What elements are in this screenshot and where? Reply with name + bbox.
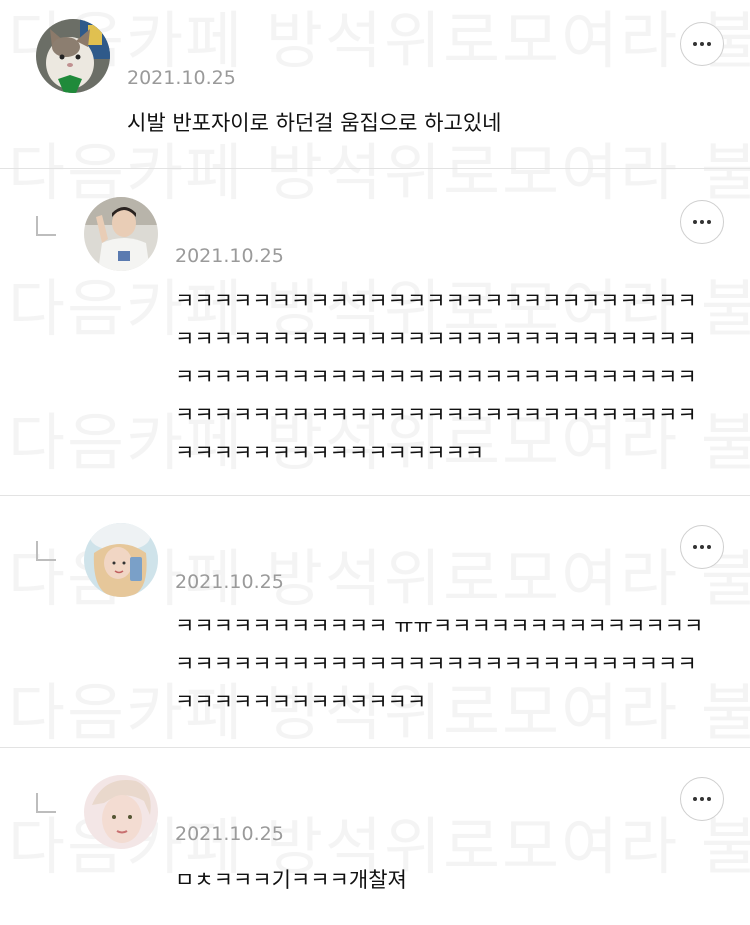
more-options-button[interactable] bbox=[680, 525, 724, 569]
more-dots-icon bbox=[700, 220, 704, 224]
comment-item-reply: 2021.10.25 ㅁㅊㅋㅋㅋ기ㅋㅋㅋ개찰져 bbox=[0, 747, 750, 925]
comment-item: 2021.10.25 시발 반포자이로 하던걸 움집으로 하고있네 bbox=[0, 0, 750, 169]
reply-arrow-icon bbox=[36, 216, 56, 236]
more-options-button[interactable] bbox=[680, 22, 724, 66]
comment-date: 2021.10.25 bbox=[175, 823, 284, 845]
more-dots-icon bbox=[707, 220, 711, 224]
reply-arrow-icon bbox=[36, 541, 56, 561]
avatar-person-3[interactable] bbox=[84, 775, 158, 849]
more-dots-icon bbox=[693, 220, 697, 224]
comment-item-reply: 2021.10.25 ㅋㅋㅋㅋㅋㅋㅋㅋㅋㅋㅋ ㅠㅠㅋㅋㅋㅋㅋㅋㅋㅋㅋㅋㅋㅋㅋㅋㅋ… bbox=[0, 495, 750, 748]
comment-text: ㅋㅋㅋㅋㅋㅋㅋㅋㅋㅋㅋ ㅠㅠㅋㅋㅋㅋㅋㅋㅋㅋㅋㅋㅋㅋㅋㅋㅋㅋㅋㅋㅋㅋㅋㅋㅋㅋㅋㅋ… bbox=[175, 614, 704, 714]
more-dots-icon bbox=[707, 42, 711, 46]
more-dots-icon bbox=[700, 42, 704, 46]
more-dots-icon bbox=[707, 797, 711, 801]
comment-date: 2021.10.25 bbox=[175, 571, 284, 593]
more-dots-icon bbox=[693, 42, 697, 46]
comment-date: 2021.10.25 bbox=[175, 245, 284, 267]
comment-text: 시발 반포자이로 하던걸 움집으로 하고있네 bbox=[127, 111, 502, 135]
more-dots-icon bbox=[700, 797, 704, 801]
avatar-person-1[interactable] bbox=[84, 197, 158, 271]
avatar-person-2[interactable] bbox=[84, 523, 158, 597]
more-dots-icon bbox=[707, 545, 711, 549]
more-dots-icon bbox=[693, 545, 697, 549]
avatar-cat[interactable] bbox=[36, 19, 110, 93]
comment-date: 2021.10.25 bbox=[127, 67, 236, 89]
reply-arrow-icon bbox=[36, 793, 56, 813]
more-dots-icon bbox=[693, 797, 697, 801]
more-options-button[interactable] bbox=[680, 777, 724, 821]
comment-text: ㅋㅋㅋㅋㅋㅋㅋㅋㅋㅋㅋㅋㅋㅋㅋㅋㅋㅋㅋㅋㅋㅋㅋㅋㅋㅋㅋㅋㅋㅋㅋㅋㅋㅋㅋㅋㅋㅋㅋㅋ… bbox=[175, 289, 697, 465]
comment-item-reply: 2021.10.25 ㅋㅋㅋㅋㅋㅋㅋㅋㅋㅋㅋㅋㅋㅋㅋㅋㅋㅋㅋㅋㅋㅋㅋㅋㅋㅋㅋㅋㅋ… bbox=[0, 168, 750, 496]
comment-text: ㅁㅊㅋㅋㅋ기ㅋㅋㅋ개찰져 bbox=[175, 868, 407, 892]
more-dots-icon bbox=[700, 545, 704, 549]
more-options-button[interactable] bbox=[680, 200, 724, 244]
